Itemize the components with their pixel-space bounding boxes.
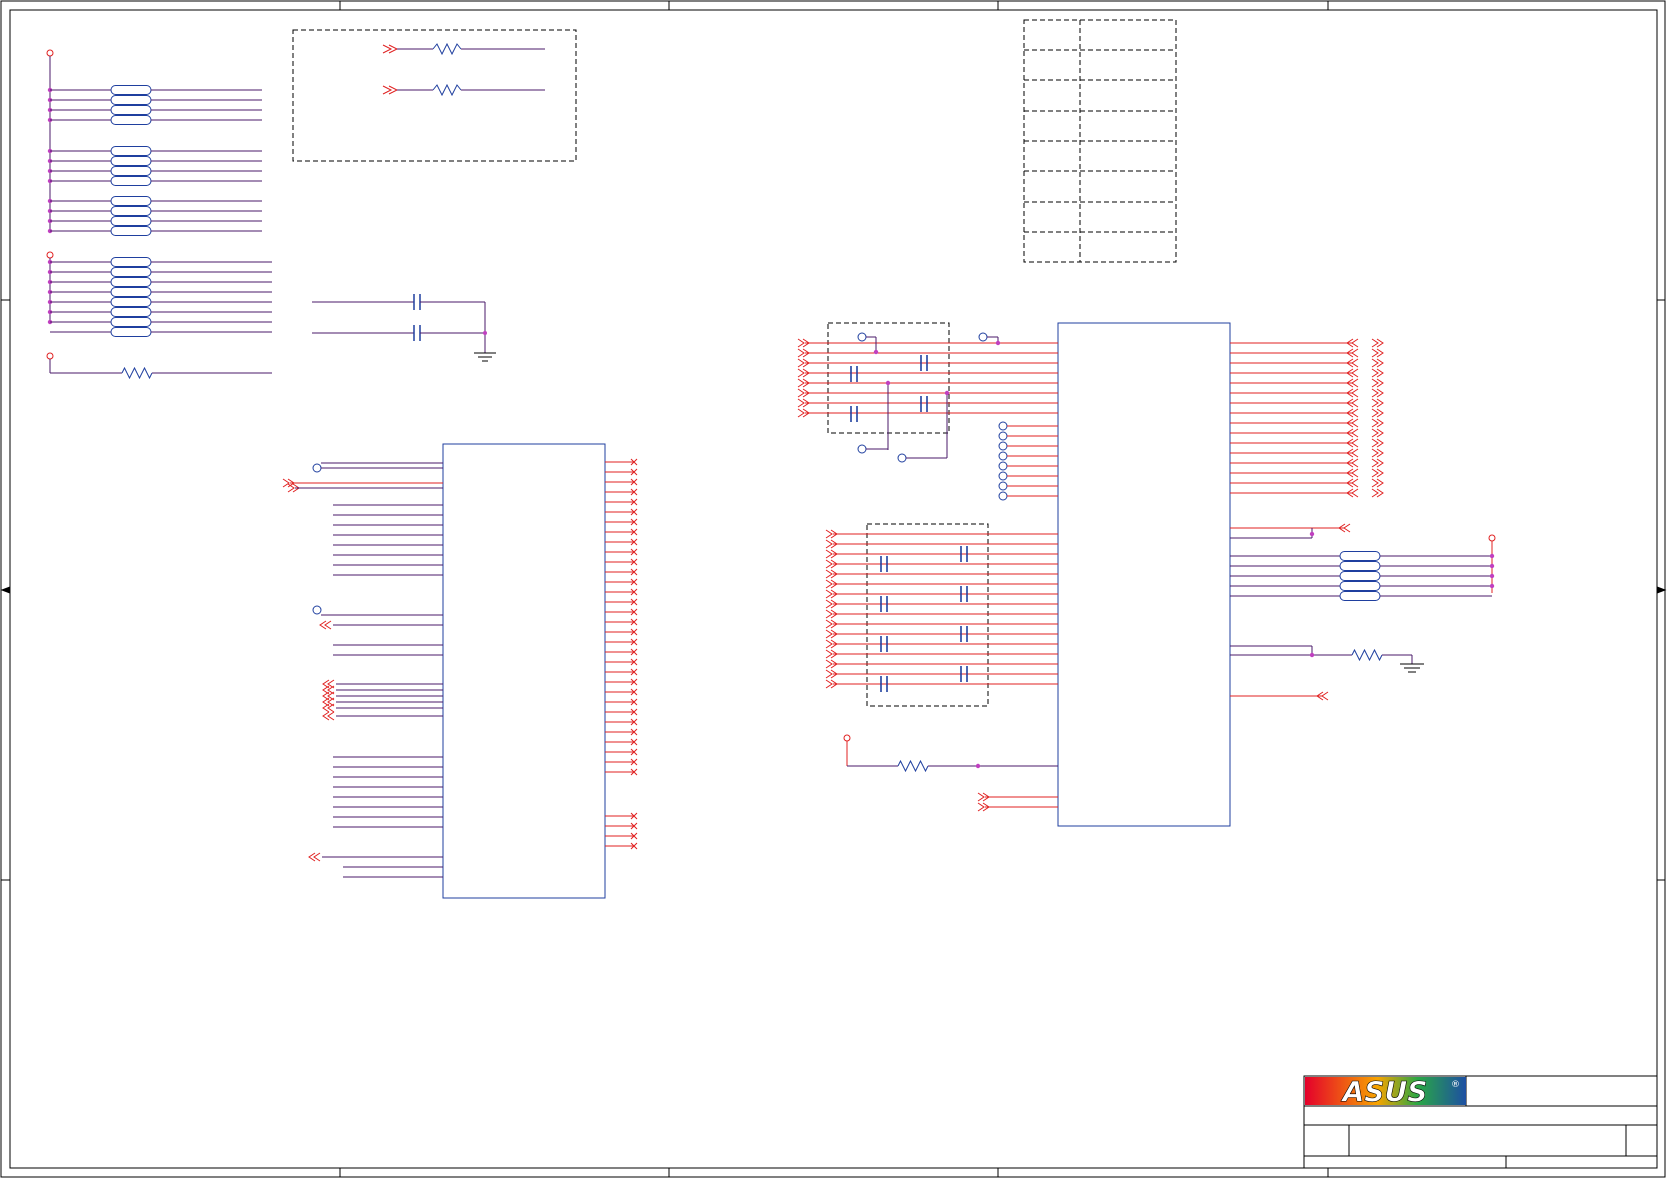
net-wires: [282, 332, 1496, 878]
logo-text: ASUS: [1341, 1075, 1428, 1108]
resistor-pack-element: [110, 166, 152, 176]
junction-dot: [885, 380, 891, 386]
resistor-pack-element: [110, 156, 152, 166]
junction-dot: [995, 340, 1001, 346]
power-pin: [1488, 534, 1496, 542]
power-pin: [843, 734, 851, 742]
off-page-connector: [1371, 348, 1384, 358]
junction-dot: [873, 349, 879, 355]
resistor-pack-region: [46, 49, 272, 380]
off-page-connector: [1371, 458, 1384, 468]
off-page-connector: [1371, 438, 1384, 448]
test-point: [312, 605, 322, 615]
resistor-pack-element: [1339, 561, 1381, 571]
zone-ticks: [1, 1, 1665, 1177]
resistor-pack-element: [110, 206, 152, 216]
resistor-pack-element: [110, 105, 152, 115]
resistor-pack-element: [1339, 571, 1381, 581]
resistor-pack-element: [110, 176, 152, 186]
junction-dot: [1489, 553, 1495, 559]
decoupling-caps: [312, 294, 496, 362]
junction-dot: [1309, 531, 1315, 537]
resistor-pack-element: [110, 146, 152, 156]
resistor-pack-element: [110, 277, 152, 287]
off-page-connector: [1371, 388, 1384, 398]
resistor-pack-element: [1339, 551, 1381, 561]
off-page-connector: [1371, 398, 1384, 408]
resistor: [121, 366, 153, 380]
resistor-pack-element: [110, 85, 152, 95]
off-page-connector: [1371, 428, 1384, 438]
resistor-pack-element: [110, 307, 152, 317]
resistor-pack-element: [110, 216, 152, 226]
resistor-pack-element: [1339, 591, 1381, 601]
test-point: [998, 461, 1008, 471]
off-page-connector: [1371, 478, 1384, 488]
test-point: [897, 453, 907, 463]
resistor-pack-element: [110, 226, 152, 236]
resistor-pack-element: [1339, 581, 1381, 591]
resistor-pack-element: [110, 287, 152, 297]
off-page-connector: [1371, 358, 1384, 368]
off-page-connector: [1371, 448, 1384, 458]
test-point: [857, 332, 867, 342]
off-page-connector: [319, 620, 332, 630]
resistor-pack-element: [110, 267, 152, 277]
off-page-connector: [1371, 468, 1384, 478]
connector-ic-left: [442, 443, 606, 899]
off-page-connector: [1371, 338, 1384, 348]
test-point: [978, 332, 988, 342]
resistor-pack-element: [110, 317, 152, 327]
registered-mark: ®: [1451, 1080, 1460, 1090]
resistor-pack-element: [110, 297, 152, 307]
terminated-nets: [382, 42, 545, 97]
junction-dot: [1489, 563, 1495, 569]
test-point: [998, 451, 1008, 461]
off-page-connector: [322, 711, 335, 721]
power-pin: [46, 352, 54, 360]
test-point: [998, 441, 1008, 451]
schematic-sheet: ASUS ®: [0, 0, 1667, 1178]
test-point: [998, 471, 1008, 481]
test-point: [998, 491, 1008, 501]
off-page-connector: [1371, 418, 1384, 428]
junction-dot: [944, 390, 950, 396]
test-point: [998, 481, 1008, 491]
junction-dot: [975, 763, 981, 769]
resistor-pack-element: [110, 327, 152, 337]
sheet-frame: [0, 0, 1667, 1178]
net-table-grid: [1024, 20, 1176, 262]
test-point: [998, 431, 1008, 441]
junction-dot: [1309, 652, 1315, 658]
resistor: [1351, 648, 1383, 662]
off-page-connector: [1371, 368, 1384, 378]
asus-logo: ASUS ®: [1305, 1075, 1466, 1108]
junction-dot: [1489, 583, 1495, 589]
off-page-connector: [1371, 378, 1384, 388]
resistor-pack-element: [110, 95, 152, 105]
off-page-connector: [1371, 408, 1384, 418]
resistor-pack-element: [110, 196, 152, 206]
resistor-pack-element: [110, 115, 152, 125]
junction-dot: [1489, 573, 1495, 579]
off-page-connector: [1371, 488, 1384, 498]
test-point: [857, 444, 867, 454]
resistor-pack-element: [110, 257, 152, 267]
resistor: [897, 759, 929, 773]
power-pin: [46, 251, 54, 259]
test-point: [312, 463, 322, 473]
off-page-connector: [308, 852, 321, 862]
power-pin: [46, 49, 54, 57]
test-point: [998, 421, 1008, 431]
controller-ic-right: [1057, 322, 1231, 827]
